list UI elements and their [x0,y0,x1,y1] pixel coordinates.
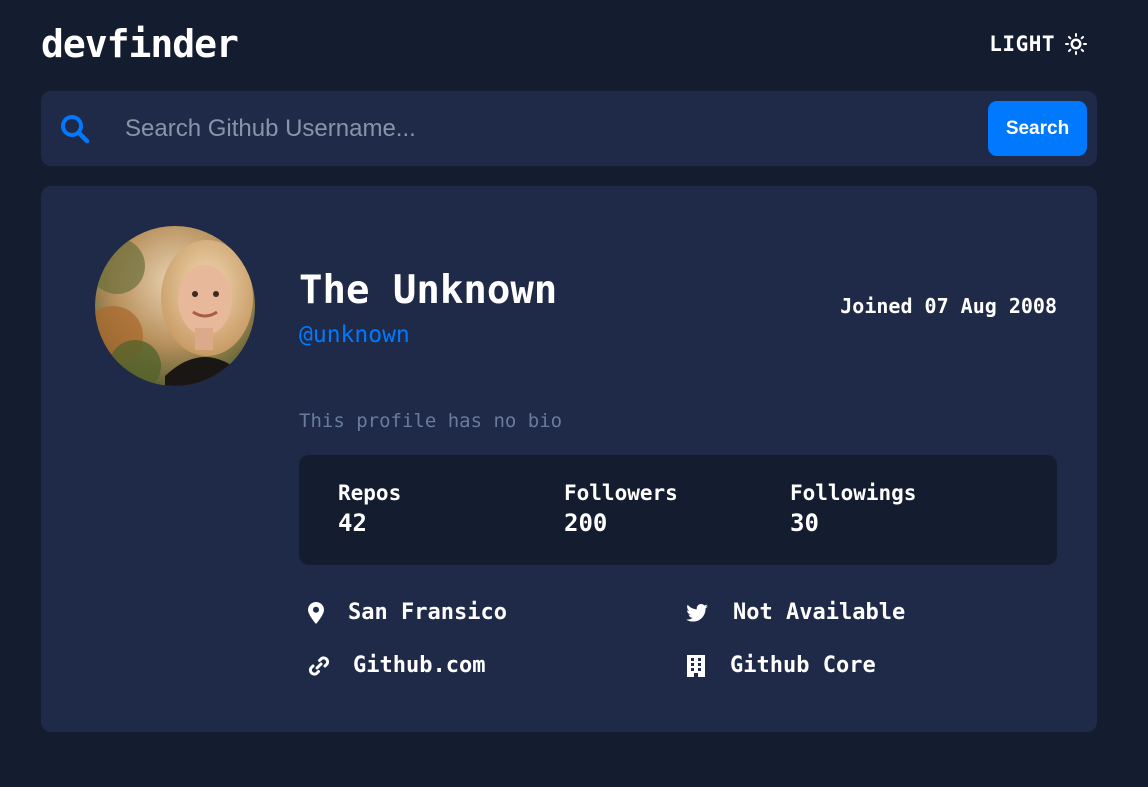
stat-value: 200 [564,509,608,537]
avatar [95,226,255,386]
app-header: devfinder LIGHT [41,22,1097,66]
stats-panel: Repos 42 Followers 200 Followings 30 [299,455,1057,565]
stat-followers: Followers 200 [564,481,678,537]
stat-value: 42 [338,509,367,537]
location-text: San Fransico [348,600,507,625]
profile-login-link[interactable]: @unknown [299,322,410,348]
theme-toggle-button[interactable]: LIGHT [989,32,1087,56]
blog-item[interactable]: Github.com [308,653,485,678]
location-pin-icon [308,601,324,624]
stat-followings: Followings 30 [790,481,916,537]
search-icon [61,114,90,143]
stat-value: 30 [790,509,819,537]
location-item: San Fransico [308,600,507,625]
stat-label: Repos [338,481,402,505]
profile-card: The Unknown @unknown Joined 07 Aug 2008 … [41,186,1097,732]
search-input[interactable] [125,114,988,143]
company-item: Github Core [687,653,876,678]
twitter-text: Not Available [733,600,906,625]
company-text: Github Core [730,653,876,678]
sun-icon [1065,33,1087,55]
theme-toggle-label: LIGHT [989,32,1055,56]
twitter-item: Not Available [686,600,905,625]
blog-link[interactable]: Github.com [353,653,485,678]
profile-name: The Unknown [299,268,558,313]
search-bar: Search [41,91,1097,166]
stat-label: Followings [790,481,917,505]
building-icon [687,654,705,677]
profile-bio: This profile has no bio [299,410,563,432]
link-icon [308,655,330,676]
stat-label: Followers [564,481,678,505]
app-logo: devfinder [41,22,239,66]
search-button[interactable]: Search [988,101,1087,156]
stat-repos: Repos 42 [338,481,401,537]
twitter-icon [686,603,708,622]
joined-date: Joined 07 Aug 2008 [840,294,1057,318]
